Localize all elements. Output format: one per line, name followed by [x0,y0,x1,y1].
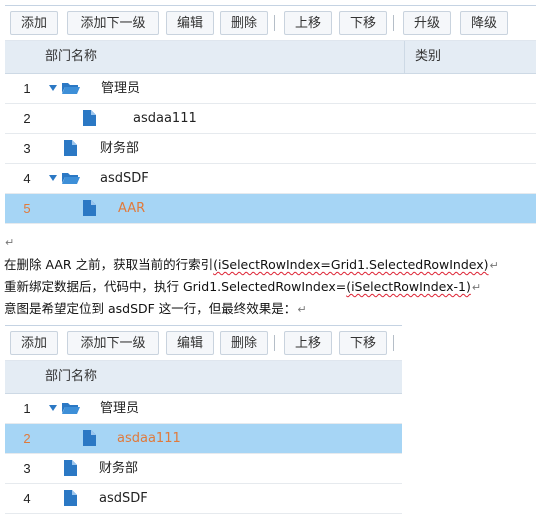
downgrade-button[interactable]: 降级 [460,11,508,35]
toolbar-separator [274,335,275,351]
row-name: 财务部 [99,461,139,476]
move-up-button[interactable]: 上移 [284,11,332,35]
paragraph-mark: ↵ [489,259,499,272]
row-number: 3 [23,141,31,156]
column-header-name[interactable]: 部门名称 [45,361,97,393]
folder-open-icon [62,403,80,414]
table-row[interactable]: 1 管理员 [5,74,536,104]
row-number: 4 [23,171,31,186]
note-text: 意图是希望定位到 asdSDF 这一行，但最终效果是： [4,301,297,316]
grid-toolbar: 添加 添加下一级 编辑 删除 上移 下移 [5,326,402,361]
note-line-3: 意图是希望定位到 asdSDF 这一行，但最终效果是：↵ [4,298,307,317]
toolbar-separator [393,335,394,351]
row-number: 5 [23,201,31,216]
upgrade-button[interactable]: 升级 [403,11,451,35]
expand-arrow-icon[interactable] [49,85,57,91]
column-header-category[interactable]: 类别 [415,41,441,73]
column-header-name[interactable]: 部门名称 [45,41,97,73]
grid-header: 部门名称 类别 [5,41,536,74]
expand-arrow-icon[interactable] [49,405,57,411]
table-row[interactable]: 2 asdaa111 [5,104,536,134]
grid-header: 部门名称 [5,361,402,394]
row-name: 管理员 [100,401,140,416]
table-row[interactable]: 4 asdSDF [5,484,402,514]
file-icon [64,140,77,156]
row-number: 1 [23,81,31,96]
paragraph-mark: ↵ [297,303,307,316]
row-number: 1 [23,401,31,416]
note-line-2: 重新绑定数据后，代码中，执行 Grid1.SelectedRowIndex=(i… [4,276,481,295]
row-name: asdaa111 [133,111,197,126]
note-text: 在删除 AAR 之前，获取当前的行索引 [4,257,214,272]
paragraph-mark: ↵ [5,236,15,249]
paragraph-mark: ↵ [471,281,482,294]
row-number: 2 [23,111,31,126]
edit-button[interactable]: 编辑 [166,331,214,355]
file-icon [83,430,96,446]
add-child-button[interactable]: 添加下一级 [67,331,159,355]
edit-button[interactable]: 编辑 [166,11,214,35]
table-row[interactable]: 1 管理员 [5,394,402,424]
file-icon [64,460,77,476]
table-row[interactable]: 3 财务部 [5,134,536,164]
expand-arrow-icon[interactable] [49,175,57,181]
add-button[interactable]: 添加 [10,11,58,35]
move-up-button[interactable]: 上移 [284,331,332,355]
row-number: 3 [23,461,31,476]
table-row[interactable]: 3 财务部 [5,454,402,484]
column-divider[interactable] [404,41,405,73]
file-icon [64,490,77,506]
toolbar-separator [393,15,394,31]
row-number: 2 [23,431,31,446]
note-code: (iSelectRowIndex=Grid1.SelectedRowIndex) [213,257,489,272]
toolbar-separator [274,15,275,31]
move-down-button[interactable]: 下移 [339,11,387,35]
department-grid-before: 添加 添加下一级 编辑 删除 上移 下移 升级 降级 部门名称 类别 1 管理员… [5,5,536,224]
department-grid-after: 添加 添加下一级 编辑 删除 上移 下移 部门名称 1 管理员 2 asdaa1… [5,325,402,516]
add-button[interactable]: 添加 [10,331,58,355]
note-line-empty: ↵ [4,234,14,249]
note-line-1: 在删除 AAR 之前，获取当前的行索引(iSelectRowIndex=Grid… [4,254,499,273]
row-number: 4 [23,491,31,506]
row-name: AAR [118,201,146,216]
row-name: asdSDF [99,491,148,506]
row-name: asdaa111 [117,431,181,446]
table-row-selected[interactable]: 5 AAR [5,194,536,224]
delete-button[interactable]: 删除 [220,331,268,355]
delete-button[interactable]: 删除 [220,11,268,35]
note-text: 重新绑定数据后，代码中，执行 Grid1.SelectedRowIndex= [4,279,347,294]
folder-open-icon [62,173,80,184]
file-icon [83,110,96,126]
table-row[interactable]: 4 asdSDF [5,164,536,194]
row-name: 管理员 [101,81,141,96]
grid-toolbar: 添加 添加下一级 编辑 删除 上移 下移 升级 降级 [5,6,536,41]
folder-open-icon [62,83,80,94]
move-down-button[interactable]: 下移 [339,331,387,355]
row-name: 财务部 [100,141,140,156]
add-child-button[interactable]: 添加下一级 [67,11,159,35]
file-icon [83,200,96,216]
row-name: asdSDF [100,171,149,186]
note-code: (iSelectRowIndex-1) [346,279,471,294]
table-row-selected[interactable]: 2 asdaa111 [5,424,402,454]
